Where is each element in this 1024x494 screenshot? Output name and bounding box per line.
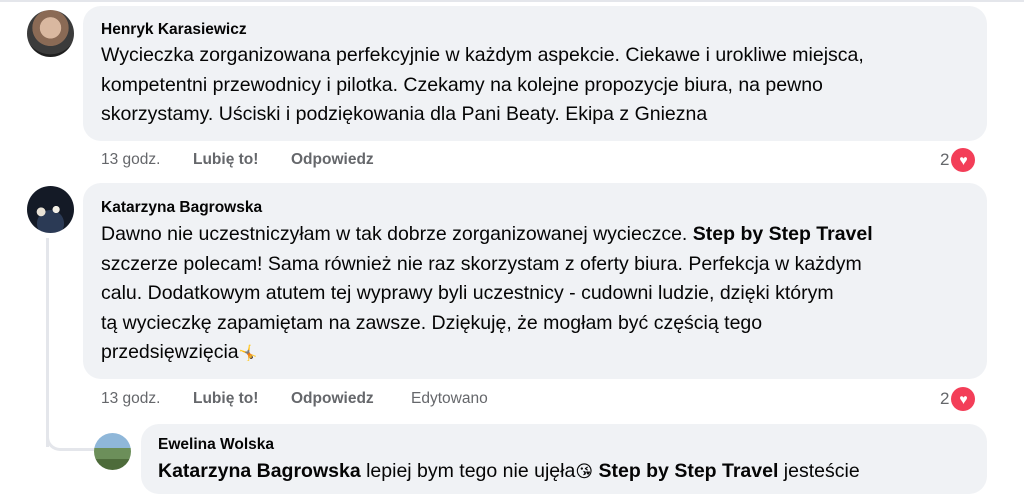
user-tag-link[interactable]: Katarzyna Bagrowska bbox=[158, 460, 361, 482]
comment-author[interactable]: Ewelina Wolska bbox=[158, 436, 274, 454]
reply-thread-connector bbox=[46, 420, 95, 451]
comment-text: Wycieczka zorganizowana perfekcyjnie w k… bbox=[101, 41, 864, 130]
comment-line: Katarzyna Bagrowska lepiej bym tego nie … bbox=[158, 457, 860, 487]
comment-text: Dawno nie uczestniczyłam w tak dobrze zo… bbox=[101, 220, 873, 369]
heart-reaction-icon: ♥ bbox=[951, 387, 976, 411]
edited-label[interactable]: Edytowano bbox=[411, 390, 488, 408]
comment-line: Wycieczka zorganizowana perfekcyjnie w k… bbox=[101, 44, 864, 66]
page-tag-link[interactable]: Step by Step Travel bbox=[598, 460, 778, 482]
reply-bubble: Ewelina Wolska Katarzyna Bagrowska lepie… bbox=[141, 424, 987, 494]
comment-line-text: Dawno nie uczestniczyłam w tak dobrze zo… bbox=[101, 223, 693, 245]
comment-line: tą wycieczkę zapamiętam na zawsze. Dzięk… bbox=[101, 311, 763, 334]
reaction-count: 2 bbox=[940, 150, 950, 169]
comment-timestamp[interactable]: 13 godz. bbox=[101, 151, 160, 169]
comment-line: przedsięwzięcia🤸 bbox=[101, 338, 873, 369]
cartwheel-emoji-icon: 🤸 bbox=[238, 345, 258, 362]
reaction-summary[interactable]: 2 ♥ bbox=[940, 148, 976, 172]
reply-button[interactable]: Odpowiedz bbox=[291, 151, 374, 169]
avatar[interactable] bbox=[27, 10, 74, 57]
heart-reaction-icon: ♥ bbox=[951, 148, 976, 172]
avatar[interactable] bbox=[94, 433, 131, 470]
comment-bubble: Katarzyna Bagrowska Dawno nie uczestnicz… bbox=[83, 183, 987, 379]
comment-line: kompetentni przewodnicy i pilotka. Czeka… bbox=[101, 73, 823, 96]
comment-timestamp[interactable]: 13 godz. bbox=[101, 390, 160, 408]
like-button[interactable]: Lubię to! bbox=[193, 390, 258, 408]
kiss-emoji-icon: 😘 bbox=[575, 462, 594, 481]
reply-button[interactable]: Odpowiedz bbox=[291, 390, 374, 408]
comment-line: szczerze polecam! Sama również nie raz s… bbox=[101, 252, 862, 275]
top-divider bbox=[0, 0, 1024, 2]
reaction-summary[interactable]: 2 ♥ bbox=[940, 387, 976, 411]
reaction-count: 2 bbox=[940, 389, 950, 408]
comment-author[interactable]: Henryk Karasiewicz bbox=[101, 21, 247, 39]
page-tag-link[interactable]: Step by Step Travel bbox=[693, 223, 873, 245]
like-button[interactable]: Lubię to! bbox=[193, 151, 258, 169]
comment-line: Dawno nie uczestniczyłam w tak dobrze zo… bbox=[101, 220, 873, 250]
comment-bubble: Henryk Karasiewicz Wycieczka zorganizowa… bbox=[83, 6, 987, 141]
comment-author[interactable]: Katarzyna Bagrowska bbox=[101, 199, 262, 217]
comment-line-text: jesteście bbox=[778, 460, 860, 482]
comment-text: Katarzyna Bagrowska lepiej bym tego nie … bbox=[158, 457, 860, 487]
reply-thread-line bbox=[46, 238, 49, 447]
comment-line-text: lepiej bym tego nie ujęła bbox=[360, 460, 576, 482]
comment-line: skorzystamy. Uściski i podziękowania dla… bbox=[101, 103, 708, 125]
avatar[interactable] bbox=[27, 186, 74, 233]
comment-line-text: przedsięwzięcia bbox=[101, 341, 239, 363]
comment-line: calu. Dodatkowym atutem tej wyprawy byli… bbox=[101, 282, 834, 304]
